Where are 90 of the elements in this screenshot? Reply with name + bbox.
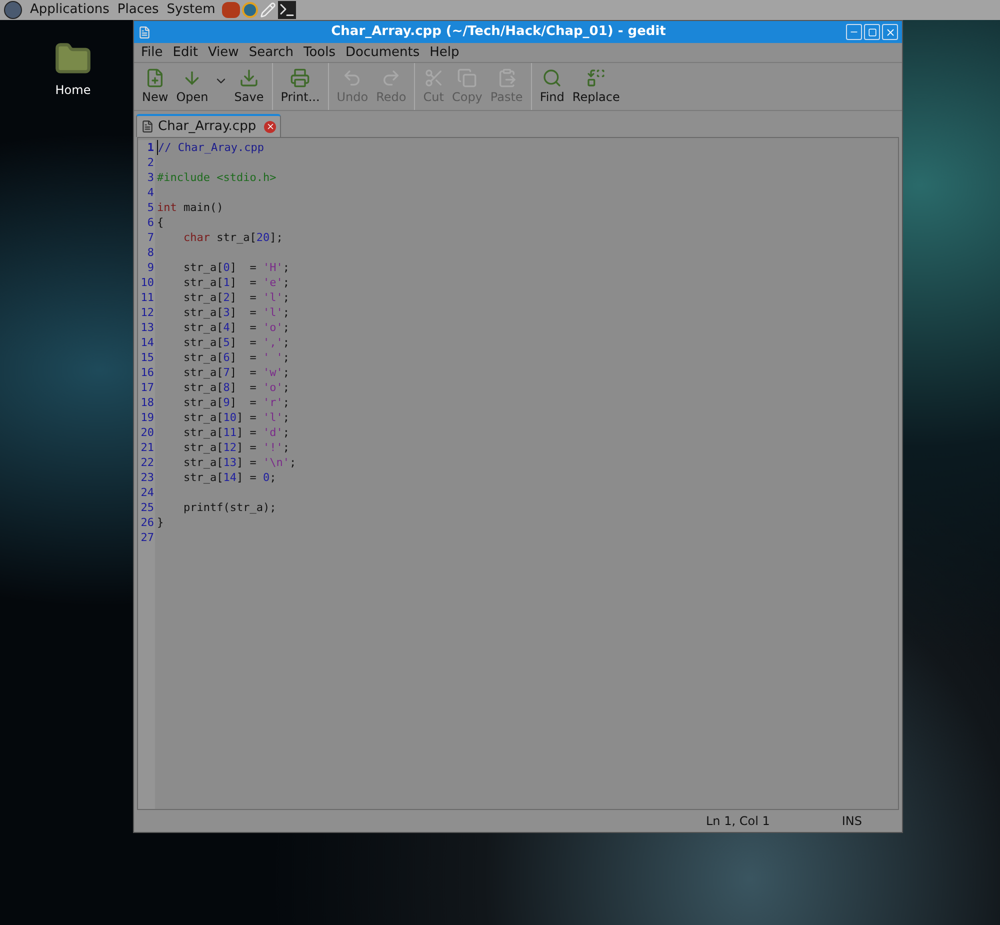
- line-number: 10: [140, 275, 155, 290]
- code-line: str_a[8] = 'o';: [182, 381, 290, 394]
- code-line: char str_a[20];: [182, 231, 283, 244]
- code-line: // Char_Aray.cpp: [158, 141, 264, 154]
- toolbar-button[interactable]: Open: [172, 68, 212, 106]
- code-line: str_a[12] = '!';: [182, 441, 290, 454]
- paste-icon: [496, 68, 517, 88]
- menu-item[interactable]: Documents: [342, 42, 423, 62]
- menu-item[interactable]: View: [204, 42, 242, 62]
- replace-icon: [586, 68, 606, 88]
- code-line: printf(str_a);: [182, 501, 276, 514]
- code-line: str_a[4] = 'o';: [182, 321, 290, 334]
- code-line: str_a[14] = 0;: [182, 471, 276, 484]
- code-line: str_a[9] = 'r';: [182, 396, 290, 409]
- line-number: 2: [147, 155, 155, 170]
- toolbar-button[interactable]: Find: [536, 68, 568, 106]
- window-title: Char_Array.cpp (~/Tech/Hack/Chap_01) - gedit: [330, 23, 667, 42]
- toolbar-button[interactable]: Replace: [568, 68, 624, 106]
- code-line: str_a[6] = ' ';: [182, 351, 290, 364]
- line-number: 14: [140, 335, 155, 350]
- line-number: 20: [140, 425, 155, 440]
- line-number: 21: [140, 440, 155, 455]
- close-button[interactable]: [882, 24, 898, 40]
- line-number: 9: [147, 260, 155, 275]
- document-icon: [138, 26, 151, 38]
- document-icon: [141, 120, 154, 133]
- menu-item[interactable]: Edit: [170, 42, 201, 62]
- close-icon: [266, 122, 275, 131]
- maximize-button[interactable]: [864, 24, 880, 40]
- code-line: str_a[2] = 'l';: [182, 291, 290, 304]
- desktop-icon-label[interactable]: Home: [55, 81, 91, 99]
- minimize-button[interactable]: [846, 24, 862, 40]
- menu-item[interactable]: Tools: [300, 42, 339, 62]
- scissors-icon: [424, 68, 444, 88]
- insert-mode: INS: [842, 813, 862, 830]
- line-number: 3: [147, 170, 155, 185]
- search-icon: [542, 68, 562, 88]
- panel-menu[interactable]: Places: [114, 0, 162, 20]
- code-line: }: [157, 516, 164, 529]
- line-number: 19: [140, 410, 155, 425]
- line-number: 22: [140, 455, 155, 470]
- line-number: 1: [147, 140, 155, 155]
- line-number: 18: [140, 395, 155, 410]
- close-tab-button[interactable]: [264, 120, 276, 132]
- code-line: str_a[13] = '\n';: [182, 456, 296, 469]
- cursor-position: Ln 1, Col 1: [706, 813, 770, 830]
- terminal-icon[interactable]: [278, 1, 296, 19]
- line-number: 16: [140, 365, 155, 380]
- close-icon: [884, 26, 896, 38]
- code-line: str_a[1] = 'e';: [182, 276, 290, 289]
- line-number: 23: [140, 470, 155, 485]
- copy-icon: [457, 68, 478, 88]
- toolbar-button[interactable]: New: [138, 68, 172, 106]
- toolbar-button[interactable]: Save: [230, 68, 268, 106]
- line-number: 25: [140, 500, 155, 515]
- download-tray-icon: [238, 68, 259, 88]
- menu-item[interactable]: File: [138, 42, 166, 62]
- code-line: str_a[0] = 'H';: [182, 261, 290, 274]
- maximize-icon: [868, 28, 876, 36]
- toolbar-button[interactable]: Print...: [276, 68, 324, 106]
- tab-label: Char_Array.cpp: [158, 118, 256, 136]
- line-number: 11: [140, 290, 155, 305]
- line-number: 4: [147, 185, 155, 200]
- line-number: 8: [147, 245, 155, 260]
- menu-item[interactable]: Help: [426, 42, 462, 62]
- line-number: 17: [140, 380, 155, 395]
- undo-icon: [342, 68, 362, 88]
- code-line: int main(): [157, 201, 224, 214]
- code-line: str_a[7] = 'w';: [182, 366, 290, 379]
- code-line: str_a[11] = 'd';: [182, 426, 290, 439]
- line-number: 24: [140, 485, 155, 500]
- code-line: str_a[3] = 'l';: [182, 306, 290, 319]
- document-tab[interactable]: Char_Array.cpp: [136, 114, 282, 137]
- line-number: 12: [140, 305, 155, 320]
- printer-icon: [290, 68, 310, 88]
- new-file-icon: [145, 68, 166, 88]
- line-number: 7: [147, 230, 155, 245]
- line-number: 5: [147, 200, 155, 215]
- code-line: #include <stdio.h>: [157, 171, 276, 184]
- line-number: 6: [147, 215, 155, 230]
- panel-menu[interactable]: System: [164, 0, 218, 20]
- code-line: str_a[5] = ',';: [182, 336, 290, 349]
- line-number: 26: [140, 515, 155, 530]
- line-number: 13: [140, 320, 155, 335]
- line-number: 15: [140, 350, 155, 365]
- line-number: 27: [140, 530, 155, 545]
- code-line: str_a[10] = 'l';: [182, 411, 290, 424]
- menu-item[interactable]: Search: [246, 42, 296, 62]
- panel-menu[interactable]: Applications: [27, 0, 112, 20]
- code-line: {: [157, 216, 164, 229]
